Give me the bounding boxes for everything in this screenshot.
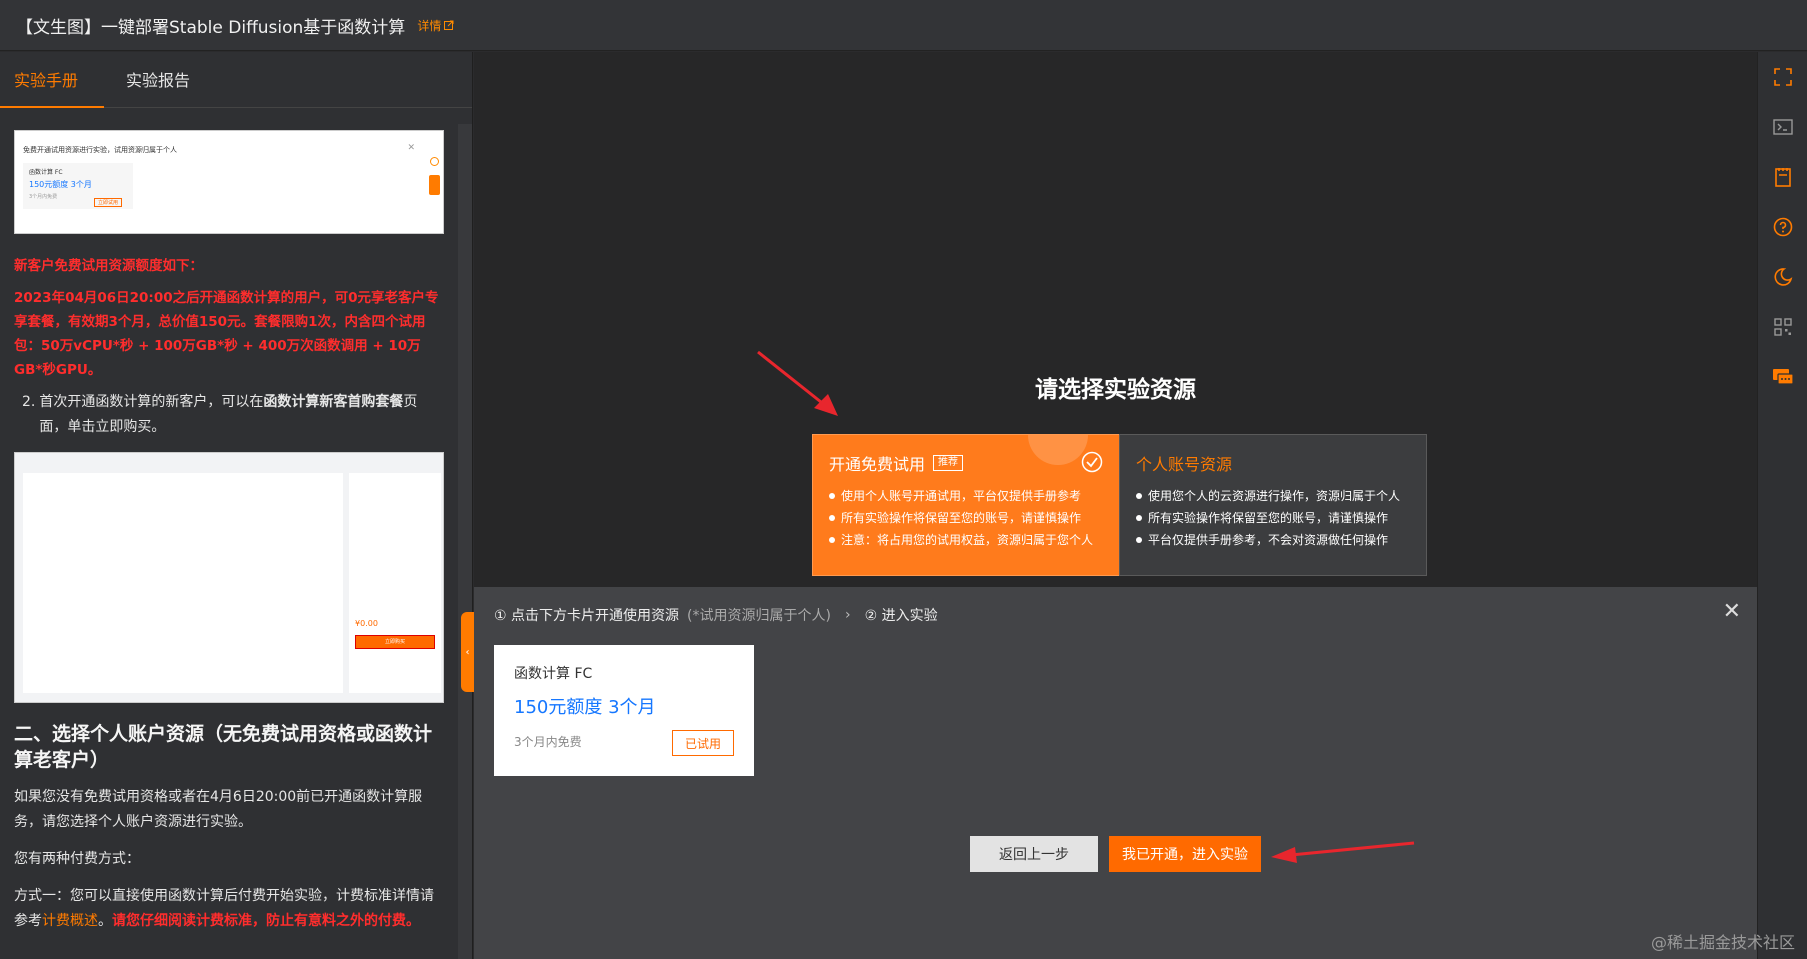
tab-manual[interactable]: 实验手册 [0,67,105,108]
check-circle-icon [1081,451,1103,473]
step-2: ② 进入实验 [864,608,938,624]
purchase-buy-button: 立即购买 [355,635,435,649]
purchase-price: ¥0.00 [355,619,378,628]
section-2-p3: 方式一：您可以直接使用函数计算后付费开始实验，计费标准详情请参考计费概述。请您仔… [14,884,444,934]
free-trial-card[interactable]: 开通免费试用 推荐 使用个人账号开通试用，平台仅提供手册参考 所有实验操作将保留… [812,434,1120,576]
step-2-link[interactable]: 函数计算新客首购套餐 [263,394,403,410]
chevron-left-icon: ‹ [465,646,470,658]
mini-card-quota: 150元额度 3个月 [29,180,92,189]
external-link-icon [444,20,454,30]
purchase-screenshot: ¥0.00 立即购买 [14,452,444,703]
free-trial-item: 所有实验操作将保留至您的账号，请谨慎操作 [829,507,1103,529]
step-2-text: 2. 首次开通函数计算的新客户，可以在函数计算新客首购套餐页面，单击立即购买。 [14,390,444,440]
purchase-form-area [23,473,343,693]
step-2-a: 首次开通函数计算的新客户，可以在 [39,394,264,410]
purchase-summary-area [349,473,441,693]
top-bar: 【文生图】一键部署Stable Diffusion基于函数计算 详情 [0,0,1807,51]
section-2-p1: 如果您没有免费试用资格或者在4月6日20:00前已开通函数计算服务，请您选择个人… [14,789,423,830]
close-icon[interactable]: ✕ [1723,599,1741,624]
watermark: @稀土掘金技术社区 [1650,933,1795,952]
tab-bar: 实验手册 实验报告 [0,52,472,108]
enter-lab-button[interactable]: 我已开通，进入实验 [1109,836,1261,872]
free-trial-item: 注意：将占用您的试用权益，资源归属于您个人 [829,529,1103,551]
moon-icon [1774,268,1793,286]
section-2-p2: 您有两种付费方式： [14,851,140,867]
step-1: ① 点击下方卡片开通使用资源 [494,608,680,624]
choose-resource-title: 请选择实验资源 [1035,377,1196,403]
trial-used-button[interactable]: 已试用 [672,730,734,756]
recommend-badge: 推荐 [933,455,964,471]
step-2-body: 首次开通函数计算的新客户，可以在函数计算新客首购套餐页面，单击立即购买。 [39,390,444,440]
qrcode-icon [1774,318,1792,336]
trial-notice: 免费开通试用资源进行实验，试用资源归属于个人 [23,146,177,154]
toolbar-theme[interactable] [1758,252,1807,302]
personal-header: 个人账号资源 [1136,451,1410,475]
personal-item: 所有实验操作将保留至您的账号，请谨慎操作 [1136,507,1410,529]
detail-link[interactable]: 详情 [417,17,454,34]
step-2-number: 2. [22,394,36,410]
step-indicator: ① 点击下方卡片开通使用资源 (*试用资源归属于个人) › ② 进入实验 [494,605,938,625]
trial-quota-heading: 新客户免费试用资源额度如下： [14,258,203,274]
mini-card-button: 立即试用 [94,198,123,207]
resource-name: 函数计算 FC [514,666,593,682]
toolbar-qrcode[interactable] [1758,302,1807,352]
toolbar-help[interactable] [1758,202,1807,252]
trial-screenshot: 免费开通试用资源进行实验，试用资源归属于个人 ✕ 函数计算 FC 150元额度 … [14,130,444,234]
free-trial-title: 开通免费试用 [829,455,926,474]
mini-side-tab [429,175,440,195]
terminal-icon [1773,119,1793,135]
toolbar-fullscreen[interactable] [1758,52,1807,102]
lab-title: 【文生图】一键部署Stable Diffusion基于函数计算 [16,17,406,38]
free-trial-list: 使用个人账号开通试用，平台仅提供手册参考 所有实验操作将保留至您的账号，请谨慎操… [829,485,1103,551]
toolbar-notes[interactable] [1758,152,1807,202]
mini-side-dot [430,157,439,166]
billing-warning: 请您仔细阅读计费标准，防止有意料之外的付费。 [112,913,420,929]
fullscreen-icon [1774,68,1792,86]
personal-item: 平台仅提供手册参考，不会对资源做任何操作 [1136,529,1410,551]
detail-label: 详情 [417,18,442,33]
back-button[interactable]: 返回上一步 [970,836,1098,872]
resource-panel: ① 点击下方卡片开通使用资源 (*试用资源归属于个人) › ② 进入实验 ✕ 函… [474,587,1757,959]
collapse-handle[interactable]: ‹ [461,612,474,692]
arrow-annotation-bottom [1271,841,1415,863]
right-toolbar [1757,52,1807,959]
personal-title: 个人账号资源 [1136,455,1233,474]
resource-card-fc[interactable]: 函数计算 FC 150元额度 3个月 3个月内免费 已试用 [494,645,754,776]
personal-item: 使用您个人的云资源进行操作，资源归属于个人 [1136,485,1410,507]
free-trial-item: 使用个人账号开通试用，平台仅提供手册参考 [829,485,1103,507]
scrollbar[interactable] [458,124,472,959]
manual-panel: 实验手册 实验报告 免费开通试用资源进行实验，试用资源归属于个人 ✕ 函数计算 … [0,52,473,959]
question-icon [1773,217,1793,237]
personal-account-card[interactable]: 个人账号资源 使用您个人的云资源进行操作，资源归属于个人 所有实验操作将保留至您… [1119,434,1427,576]
toolbar-chat[interactable] [1758,352,1807,402]
trial-quota-body: 2023年04月06日20:00之后开通函数计算的用户，可0元享老客户专享套餐，… [14,290,439,378]
notebook-icon [1775,168,1791,187]
section-2-p3-sep: 。 [98,913,112,929]
chat-icon [1773,369,1794,385]
toolbar-terminal[interactable] [1758,102,1807,152]
chevron-right-icon: › [844,607,851,623]
personal-list: 使用您个人的云资源进行操作，资源归属于个人 所有实验操作将保留至您的账号，请谨慎… [1136,485,1410,551]
billing-link[interactable]: 计费概述 [42,913,98,929]
close-icon: ✕ [407,143,415,153]
resource-quota: 150元额度 3个月 [514,697,656,718]
manual-content: 免费开通试用资源进行实验，试用资源归属于个人 ✕ 函数计算 FC 150元额度 … [0,124,458,959]
mini-card-title: 函数计算 FC [29,169,63,176]
step-1-hint: (*试用资源归属于个人) [687,608,831,624]
section-2-title: 二、选择个人账户资源（无免费试用资格或函数计算老客户） [14,723,433,771]
tab-report[interactable]: 实验报告 [126,67,190,107]
